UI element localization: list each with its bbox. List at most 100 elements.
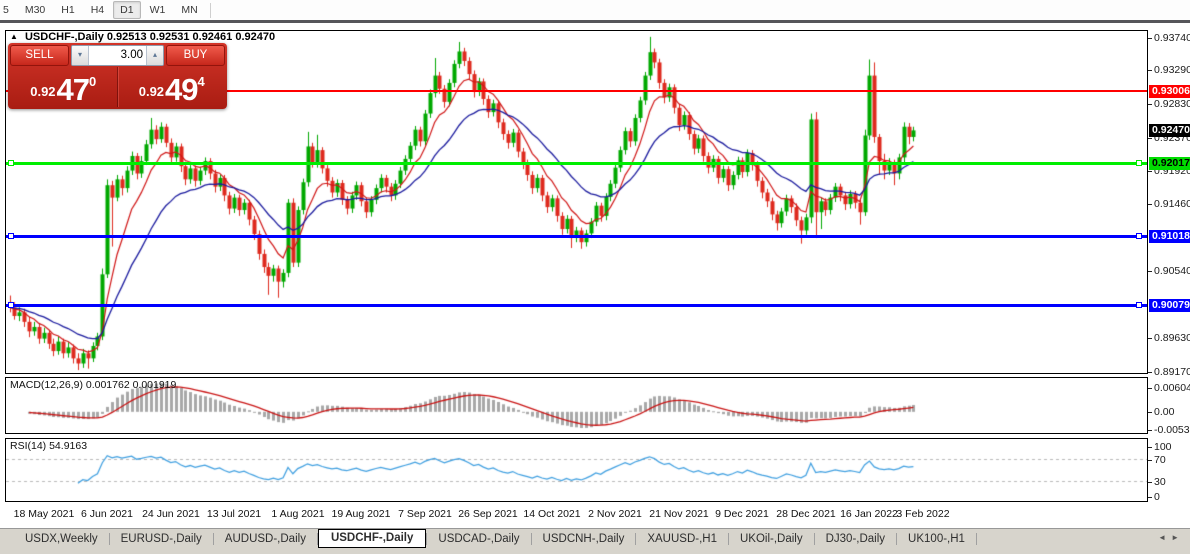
hline-0.90079[interactable] xyxy=(6,304,1147,307)
price-tick-dash xyxy=(1148,204,1152,205)
price-badge: 0.93006 xyxy=(1149,85,1190,98)
tab-scroll-left-icon[interactable]: ◄ xyxy=(1158,533,1171,542)
chart-symbol-title: ▲ USDCHF-,Daily 0.92513 0.92531 0.92461 … xyxy=(10,31,275,43)
buy-button[interactable]: BUY xyxy=(166,45,225,66)
macd-indicator-label: MACD(12,26,9) 0.001762 0.001919 xyxy=(10,379,177,391)
price-tick-dash xyxy=(1148,38,1152,39)
rsi-axis-label: 30 xyxy=(1154,476,1166,488)
chart-tab-usdcad-[interactable]: USDCAD-,Daily xyxy=(427,531,530,547)
chart-tab-usdchf-[interactable]: USDCHF-,Daily xyxy=(317,528,427,548)
macd-axis-label: -0.005385 xyxy=(1154,424,1190,436)
price-tick-label: 0.92830 xyxy=(1154,98,1190,110)
timeframe-button-h4[interactable]: H4 xyxy=(84,1,111,19)
hline-marker[interactable] xyxy=(8,302,14,308)
price-tick-dash xyxy=(1148,271,1152,272)
chart-tab-usdx[interactable]: USDX,Weekly xyxy=(14,531,109,547)
buy-price-base: 0.92 xyxy=(138,84,165,99)
macd-tick-dash xyxy=(1148,412,1152,413)
hline-marker[interactable] xyxy=(1136,233,1142,239)
price-badge: 0.91018 xyxy=(1149,230,1190,243)
chart-tab-audusd-[interactable]: AUDUSD-,Daily xyxy=(214,531,317,547)
statusbar-strip xyxy=(0,549,1190,554)
tab-scroll-right-icon[interactable]: ► xyxy=(1171,533,1184,542)
date-label: 7 Sep 2021 xyxy=(398,508,452,520)
one-click-panel-toggle-icon[interactable]: ▲ xyxy=(10,32,18,41)
price-tick-dash xyxy=(1148,171,1152,172)
volume-stepper: ▾ 3.00 ▴ xyxy=(71,45,164,66)
price-tick-dash xyxy=(1148,138,1152,139)
sell-price-display[interactable]: 0.92 47 0 xyxy=(10,67,118,107)
price-badge: 0.92470 xyxy=(1149,124,1190,137)
chart-tab-xauusd-[interactable]: XAUUSD-,H1 xyxy=(636,531,728,547)
timeframe-button-h1[interactable]: H1 xyxy=(54,1,81,19)
buy-price-display[interactable]: 0.92 49 4 xyxy=(117,67,226,107)
rsi-canvas[interactable] xyxy=(6,439,1147,501)
tab-separator xyxy=(975,533,977,545)
hline-marker[interactable] xyxy=(8,233,14,239)
date-label: 14 Oct 2021 xyxy=(523,508,581,520)
buy-price-big: 49 xyxy=(165,72,198,107)
hline-0.91018[interactable] xyxy=(6,235,1147,238)
buy-price-pip: 4 xyxy=(197,74,205,89)
toolbar-separator xyxy=(0,20,1190,23)
price-tick-dash xyxy=(1148,104,1152,105)
tab-scroll-arrows: ◄► xyxy=(1158,533,1184,542)
chart-tab-ukoil-[interactable]: UKOil-,Daily xyxy=(729,531,814,547)
date-label: 28 Dec 2021 xyxy=(776,508,836,520)
timeframe-button-d1[interactable]: D1 xyxy=(113,1,141,19)
sell-button[interactable]: SELL xyxy=(10,45,69,66)
date-label: 9 Dec 2021 xyxy=(715,508,769,520)
volume-decrease-icon[interactable]: ▾ xyxy=(72,46,89,65)
sell-price-big: 47 xyxy=(56,72,90,107)
macd-tick-dash xyxy=(1148,388,1152,389)
sell-price-base: 0.92 xyxy=(30,84,56,99)
price-tick-dash xyxy=(1148,338,1152,339)
macd-tick-dash xyxy=(1148,430,1152,431)
rsi-axis-label: 100 xyxy=(1154,441,1172,453)
date-label: 3 Feb 2022 xyxy=(896,508,950,520)
chart-tab-eurusd-[interactable]: EURUSD-,Daily xyxy=(110,531,213,547)
rsi-axis-label: 70 xyxy=(1154,454,1166,466)
one-click-trading-widget: SELL ▾ 3.00 ▴ BUY 0.92 47 0 0.92 49 4 xyxy=(8,43,227,109)
chart-tab-uk100-[interactable]: UK100-,H1 xyxy=(897,531,976,547)
timeframe-toolbar: 5 M30 H1 H4 D1 W1 MN xyxy=(0,0,1190,20)
chart-tab-dj30-[interactable]: DJ30-,Daily xyxy=(815,531,896,547)
chart-tab-usdcnh-[interactable]: USDCNH-,Daily xyxy=(532,531,636,547)
timeframe-button-mn[interactable]: MN xyxy=(174,1,204,19)
volume-input[interactable]: 3.00 xyxy=(89,46,146,65)
hline-marker[interactable] xyxy=(1136,302,1142,308)
price-tick-label: 0.89630 xyxy=(1154,332,1190,344)
price-tick-label: 0.90540 xyxy=(1154,265,1190,277)
rsi-axis-label: 0 xyxy=(1154,491,1160,503)
timeframe-button-5[interactable]: 5 xyxy=(0,1,16,19)
price-tick-label: 0.93290 xyxy=(1154,64,1190,76)
chart-tab-bar: USDX,Weekly EURUSD-,Daily AUDUSD-,Daily USD… xyxy=(0,528,1190,549)
date-label: 6 Jun 2021 xyxy=(81,508,133,520)
hline-marker[interactable] xyxy=(8,160,14,166)
price-tick-label: 0.91460 xyxy=(1154,198,1190,210)
rsi-indicator-label: RSI(14) 54.9163 xyxy=(10,440,88,452)
macd-canvas[interactable] xyxy=(6,378,1147,433)
macd-axis-label: 0.006045 xyxy=(1154,382,1190,394)
timeframe-button-m30[interactable]: M30 xyxy=(18,1,52,19)
date-label: 19 Aug 2021 xyxy=(331,508,391,520)
rsi-tick-dash xyxy=(1148,482,1152,483)
macd-axis-label: 0.00 xyxy=(1154,406,1175,418)
hline-marker[interactable] xyxy=(1136,160,1142,166)
date-label: 2 Nov 2021 xyxy=(588,508,642,520)
chart-symbol-ohlc: USDCHF-,Daily 0.92513 0.92531 0.92461 0.… xyxy=(24,31,276,43)
timeframe-button-w1[interactable]: W1 xyxy=(143,1,173,19)
date-label: 18 May 2021 xyxy=(13,508,75,520)
sell-price-pip: 0 xyxy=(89,74,97,89)
volume-increase-icon[interactable]: ▴ xyxy=(146,46,163,65)
date-label: 24 Jun 2021 xyxy=(142,508,200,520)
price-tick-label: 0.93740 xyxy=(1154,32,1190,44)
hline-0.92017[interactable] xyxy=(6,162,1147,165)
price-tick-dash xyxy=(1148,70,1152,71)
rsi-tick-dash xyxy=(1148,447,1152,448)
date-label: 26 Sep 2021 xyxy=(458,508,518,520)
price-badge: 0.92017 xyxy=(1149,157,1190,170)
price-tick-dash xyxy=(1148,372,1152,373)
date-label: 13 Jul 2021 xyxy=(206,508,262,520)
rsi-tick-dash xyxy=(1148,497,1152,498)
